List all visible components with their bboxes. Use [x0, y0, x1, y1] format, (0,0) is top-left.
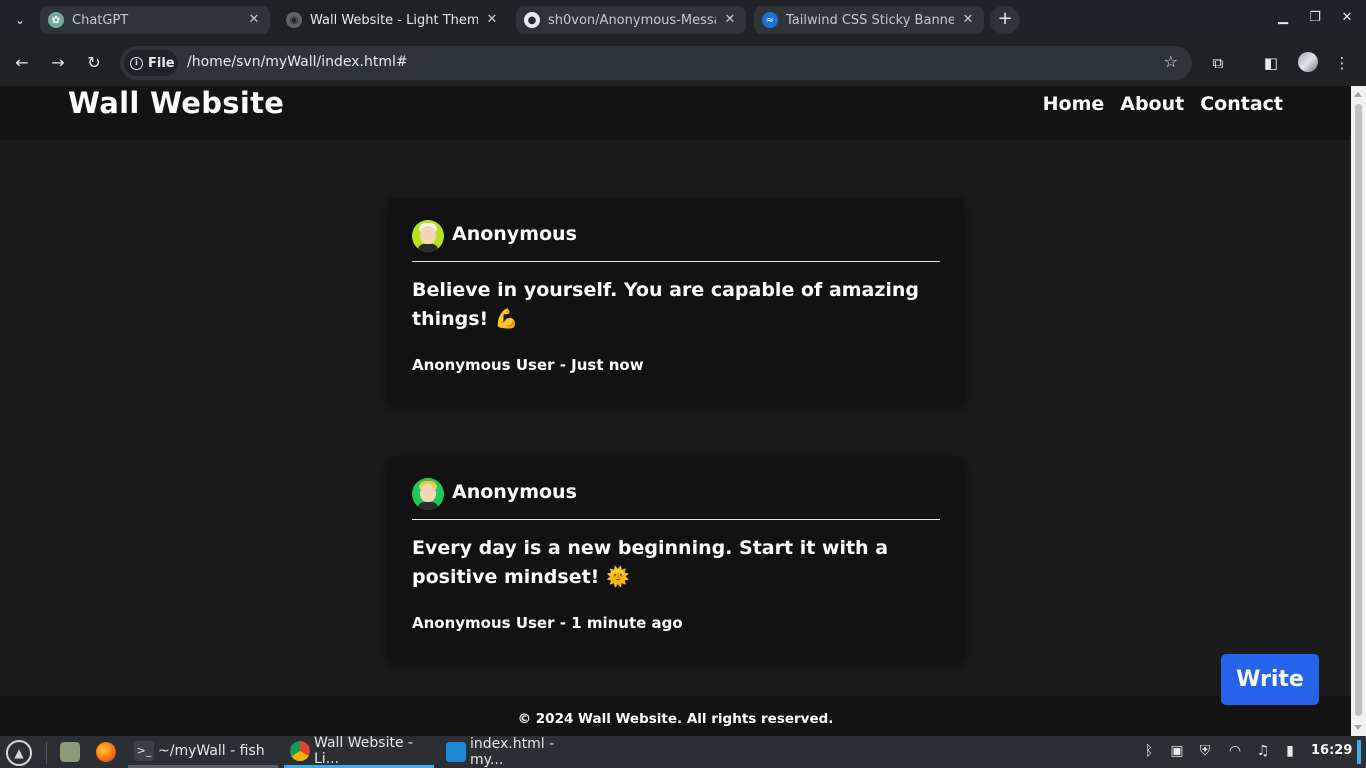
site-footer: © 2024 Wall Website. All rights reserved… — [0, 696, 1351, 736]
url-text[interactable]: /home/svn/myWall/index.html# — [187, 54, 408, 70]
post-message: Every day is a new beginning. Start it w… — [412, 537, 889, 588]
back-arrow-icon[interactable]: ← — [9, 50, 35, 76]
tab-chatgpt[interactable]: ✿ ChatGPT ✕ — [40, 6, 270, 34]
task-label: ~/myWall - fish — [158, 742, 265, 759]
info-icon: i — [130, 56, 143, 70]
app-launcher-icon[interactable]: ▲ — [6, 740, 32, 766]
page-scrollbar[interactable] — [1351, 86, 1366, 736]
profile-avatar[interactable] — [1298, 52, 1318, 72]
tab-github[interactable]: ● sh0von/Anonymous-Messag ✕ — [516, 6, 746, 34]
nav-about-link[interactable]: About — [1120, 93, 1184, 115]
page-viewport: Wall Website Home About Contact Anonymou… — [0, 86, 1351, 736]
tab-close-icon[interactable]: ✕ — [484, 12, 500, 28]
footer-copyright: © 2024 Wall Website. All rights reserved… — [517, 711, 834, 727]
taskbar-task-terminal[interactable]: >_ ~/myWall - fish — [128, 736, 278, 768]
site-nav: Home About Contact — [1043, 93, 1283, 115]
new-tab-button[interactable]: + — [990, 6, 1020, 34]
taskbar-clock[interactable]: 16:29 — [1311, 743, 1352, 758]
nav-home-link[interactable]: Home — [1043, 93, 1105, 115]
task-label: index.html - my... — [470, 736, 555, 768]
site-info-chip[interactable]: i File — [124, 50, 178, 76]
post-card: Anonymous Believe in yourself. You are c… — [388, 198, 964, 405]
avatar — [412, 478, 444, 510]
tab-tailwind[interactable]: ≈ Tailwind CSS Sticky Banner - ✕ — [754, 6, 984, 34]
wifi-icon[interactable]: ◠ — [1226, 743, 1244, 759]
post-username: Anonymous — [452, 481, 577, 503]
globe-icon: ◉ — [286, 12, 302, 28]
close-window-icon[interactable]: ✕ — [1337, 10, 1357, 25]
github-icon: ● — [524, 12, 540, 28]
nav-contact-link[interactable]: Contact — [1200, 93, 1283, 115]
show-desktop-button[interactable] — [1357, 740, 1361, 764]
firefox-icon[interactable] — [96, 742, 116, 762]
clipboard-icon[interactable]: ▣ — [1168, 743, 1186, 759]
bookmark-star-icon[interactable]: ☆ — [1164, 52, 1178, 71]
taskbar-task-vscode[interactable]: index.html - my... — [440, 736, 590, 768]
post-header: Anonymous — [412, 478, 940, 520]
scroll-up-icon[interactable] — [1354, 92, 1362, 97]
scrollbar-thumb[interactable] — [1355, 104, 1362, 716]
tab-close-icon[interactable]: ✕ — [960, 12, 976, 28]
bluetooth-icon[interactable]: ᛒ — [1140, 743, 1158, 759]
os-taskbar: ▲ >_ ~/myWall - fish Wall Website - Li..… — [0, 734, 1366, 768]
site-logo[interactable]: Wall Website — [68, 86, 284, 120]
post-username: Anonymous — [452, 223, 577, 245]
post-header: Anonymous — [412, 220, 940, 262]
post-meta: Anonymous User - Just now — [412, 356, 644, 374]
taskbar-divider — [46, 742, 47, 764]
battery-icon[interactable]: ▮ — [1281, 743, 1299, 759]
music-icon[interactable]: ♫ — [1254, 743, 1272, 759]
task-label: Wall Website - Li... — [314, 734, 414, 767]
menu-kebab-icon[interactable]: ⋮ — [1331, 52, 1353, 74]
write-button[interactable]: Write — [1221, 654, 1319, 705]
tab-close-icon[interactable]: ✕ — [246, 12, 262, 28]
vscode-icon — [446, 742, 466, 762]
tailwind-icon: ≈ — [762, 12, 778, 28]
terminal-icon: >_ — [134, 740, 154, 761]
tab-search-chevron-icon[interactable]: ⌄ — [8, 8, 32, 32]
tab-wall-website[interactable]: ◉ Wall Website - Light Theme ✕ — [278, 4, 508, 36]
browser-toolbar: ← → ↻ i File /home/svn/myWall/index.html… — [0, 40, 1366, 86]
tab-title: Wall Website - Light Theme — [310, 12, 478, 28]
side-panel-icon[interactable]: ◧ — [1260, 52, 1282, 74]
restore-icon[interactable]: ❐ — [1305, 10, 1325, 25]
scroll-down-icon[interactable] — [1354, 725, 1362, 730]
extensions-puzzle-icon[interactable]: ⧉ — [1207, 52, 1229, 74]
post-message: Believe in yourself. You are capable of … — [412, 279, 920, 330]
post-meta: Anonymous User - 1 minute ago — [412, 614, 683, 632]
browser-tabbar: ⌄ ✿ ChatGPT ✕ ◉ Wall Website - Light The… — [0, 0, 1366, 40]
tab-close-icon[interactable]: ✕ — [722, 12, 738, 28]
avatar — [412, 220, 444, 252]
forward-arrow-icon[interactable]: → — [45, 50, 71, 76]
post-card: Anonymous Every day is a new beginning. … — [388, 456, 964, 663]
address-bar[interactable]: i File /home/svn/myWall/index.html# ☆ — [120, 46, 1192, 80]
chatgpt-icon: ✿ — [48, 12, 64, 28]
taskbar-task-chrome[interactable]: Wall Website - Li... — [284, 734, 434, 768]
reload-icon[interactable]: ↻ — [81, 50, 107, 76]
shield-icon[interactable]: ⛨ — [1196, 743, 1214, 759]
file-manager-icon[interactable] — [60, 742, 80, 762]
minimize-icon[interactable]: ▁ — [1273, 10, 1293, 25]
tab-title: sh0von/Anonymous-Messag — [548, 12, 716, 28]
site-header: Wall Website Home About Contact — [0, 86, 1351, 140]
tab-title: Tailwind CSS Sticky Banner - — [786, 12, 954, 28]
tab-title: ChatGPT — [72, 12, 129, 28]
chrome-icon — [290, 740, 310, 761]
site-info-label: File — [148, 55, 175, 71]
